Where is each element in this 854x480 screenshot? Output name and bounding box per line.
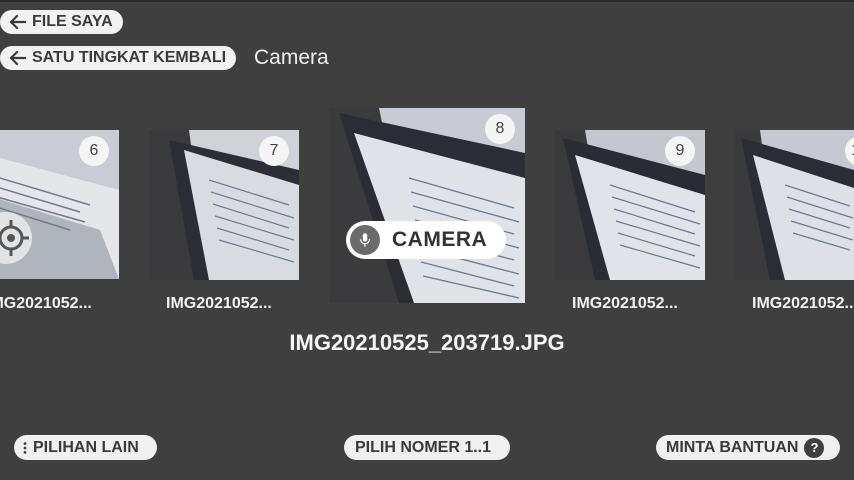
item-number-badge: 6 (79, 136, 109, 166)
voice-command-label: CAMERA (392, 228, 488, 251)
help-question-icon: ? (804, 437, 825, 458)
arrow-left-icon (9, 14, 26, 30)
thumbnail-caption: IMG2021052... (752, 295, 854, 312)
top-divider (0, 0, 854, 2)
gallery-thumbnail-10[interactable] (735, 130, 854, 280)
thumbnail-caption: IMG2021052... (0, 295, 92, 312)
pick-number-label: PILIH NOMER 1..1 (355, 438, 492, 456)
my-files-label: FILE SAYA (32, 13, 113, 30)
thumbnail-caption: IMG2021052... (572, 295, 678, 312)
selected-filename: IMG20210525_203719.JPG (289, 330, 565, 355)
get-help-label: MINTA BANTUAN (666, 438, 799, 456)
thumbnail-caption: IMG2021052... (166, 295, 272, 312)
arrow-left-icon (9, 50, 26, 66)
pick-number-button[interactable]: PILIH NOMER 1..1 (344, 435, 510, 460)
more-options-button[interactable]: PILIHAN LAIN (14, 435, 157, 460)
more-options-label: PILIHAN LAIN (33, 438, 139, 456)
go-up-label: SATU TINGKAT KEMBALI (32, 49, 227, 66)
item-number-badge: 7 (259, 136, 289, 166)
photo-image (735, 130, 854, 280)
my-files-button[interactable]: FILE SAYA (0, 10, 123, 34)
voice-command-pill[interactable]: CAMERA (346, 221, 506, 259)
more-vertical-icon (23, 441, 27, 454)
crosshair-target-icon[interactable] (0, 212, 32, 264)
folder-title: Camera (254, 46, 329, 69)
item-number-badge: 8 (485, 114, 515, 144)
crosshair-icon (0, 220, 29, 256)
get-help-button[interactable]: MINTA BANTUAN ? (656, 435, 840, 460)
go-up-button[interactable]: SATU TINGKAT KEMBALI (0, 46, 237, 70)
item-number-badge: 9 (665, 136, 695, 166)
microphone-icon (350, 225, 380, 255)
mic-glyph (359, 233, 371, 247)
